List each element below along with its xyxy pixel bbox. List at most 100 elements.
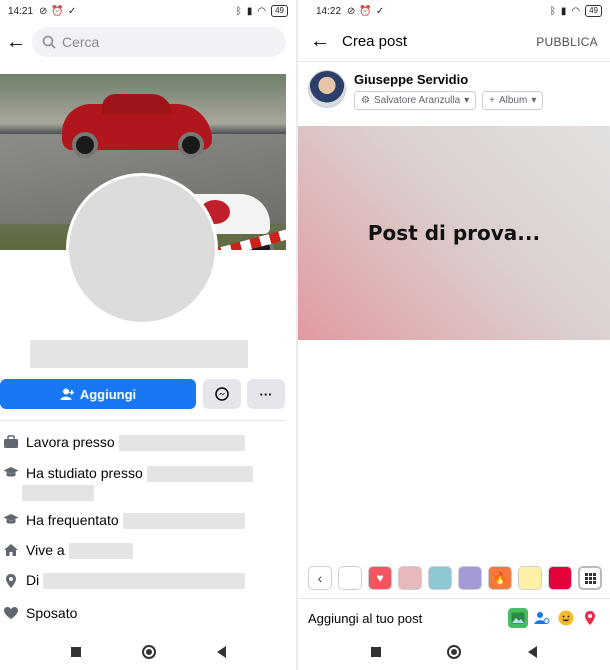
wifi-icon: ◠ [571, 5, 581, 17]
post-text[interactable]: Post di prova... [368, 221, 540, 245]
search-input[interactable] [62, 34, 262, 50]
create-post-header: ← Crea post PUBBLICA [298, 22, 610, 62]
background-red[interactable] [548, 566, 572, 590]
info-work: Lavora presso [0, 434, 245, 452]
back-arrow-icon[interactable]: ← [0, 22, 32, 62]
info-work-label: Lavora presso [26, 434, 115, 450]
background-pink-gradient[interactable] [398, 566, 422, 590]
heart-icon: ♥ [376, 571, 384, 585]
cover-wheel [178, 132, 204, 158]
info-from-label: Di [26, 572, 40, 588]
graduation-cap-icon [0, 512, 22, 525]
divider [0, 420, 286, 421]
add-to-post-label: Aggiungi al tuo post [308, 610, 423, 626]
profile-name-redacted [30, 340, 248, 368]
post-background-canvas[interactable]: Post di prova... [298, 126, 610, 340]
grid-icon [584, 572, 596, 584]
signal-icon: ▮ [246, 5, 253, 17]
add-friend-button[interactable]: Aggiungi [0, 379, 196, 409]
info-relationship-label: Sposato [26, 605, 78, 621]
back-nav-icon[interactable] [527, 646, 537, 658]
check-icon: ✓ [67, 5, 77, 17]
more-dots-icon: ··· [259, 386, 273, 402]
publish-button[interactable]: PUBBLICA [536, 35, 598, 49]
divider [298, 598, 610, 599]
battery-icon: 49 [585, 5, 602, 17]
caret-down-icon: ▾ [464, 95, 470, 106]
info-attended: Ha frequentato [0, 512, 245, 530]
info-studied-redacted-2 [22, 484, 94, 501]
background-teal-gradient[interactable] [428, 566, 452, 590]
search-icon [42, 35, 56, 49]
audience-selector[interactable]: ⚙ Salvatore Aranzulla ▾ [354, 91, 477, 110]
home-nav-icon[interactable] [447, 645, 462, 659]
bluetooth-icon: ᛒ [549, 5, 556, 17]
profile-screen: 14:21 ⊘ ⏰ ✓ ᛒ ▮ ◠ 49 ← Aggiungi [0, 0, 296, 670]
search-bar[interactable] [32, 27, 286, 57]
add-friend-icon [60, 388, 74, 400]
alarm-icon: ⏰ [51, 5, 64, 17]
recents-icon[interactable] [70, 647, 81, 657]
album-label: Album [499, 95, 528, 106]
status-time: 14:22 [316, 5, 342, 17]
android-nav-bar [0, 634, 296, 670]
cover-wheel [72, 132, 98, 158]
call-blocked-icon: ⊘ [347, 5, 356, 17]
background-heart[interactable]: ♥ [368, 566, 392, 590]
home-icon [0, 542, 22, 557]
home-nav-icon[interactable] [141, 645, 156, 659]
info-lives-redacted [68, 543, 133, 560]
back-arrow-icon[interactable]: ← [298, 22, 342, 62]
status-left-icons: ⊘ ⏰ ✓ [39, 6, 76, 17]
info-lives-label: Vive a [26, 542, 65, 558]
status-left-icons: ⊘ ⏰ ✓ [347, 6, 384, 17]
caret-down-icon: ▾ [531, 95, 537, 106]
author-avatar [308, 70, 346, 108]
background-purple[interactable] [458, 566, 482, 590]
add-to-post-bar: Aggiungi al tuo post [308, 608, 600, 628]
check-icon: ✓ [375, 5, 385, 17]
messenger-icon [215, 387, 229, 401]
feeling-icon[interactable] [556, 608, 576, 628]
info-from: Di [0, 572, 246, 590]
check-in-icon[interactable] [580, 608, 600, 628]
page-title: Crea post [342, 33, 408, 50]
status-time: 14:21 [8, 5, 34, 17]
android-nav-bar [298, 634, 610, 670]
alarm-icon: ⏰ [359, 5, 372, 17]
post-author: Giuseppe Servidio ⚙ Salvatore Aranzulla … [308, 70, 610, 114]
call-blocked-icon: ⊘ [39, 5, 48, 17]
photo-icon[interactable] [508, 608, 528, 628]
back-nav-icon[interactable] [216, 646, 226, 658]
battery-icon: 49 [271, 5, 288, 17]
collapse-palette-button[interactable]: ‹ [308, 566, 332, 590]
profile-header: ← [0, 22, 296, 62]
info-attended-label: Ha frequentato [26, 512, 119, 528]
author-name: Giuseppe Servidio [354, 72, 469, 87]
more-options-button[interactable]: ··· [247, 379, 285, 409]
profile-avatar[interactable] [66, 173, 218, 325]
recents-icon[interactable] [371, 647, 382, 657]
more-backgrounds-button[interactable] [578, 566, 602, 590]
tag-people-icon[interactable] [532, 608, 552, 628]
location-pin-icon [0, 572, 22, 589]
info-attended-redacted [122, 513, 245, 530]
background-fire[interactable]: 🔥 [488, 566, 512, 590]
plus-icon: + [489, 95, 496, 106]
info-work-redacted [118, 435, 245, 452]
album-selector[interactable]: + Album ▾ [482, 91, 544, 110]
info-relationship: Sposato [0, 605, 77, 621]
graduation-cap-icon [0, 465, 22, 478]
audience-label: Salvatore Aranzulla [373, 95, 461, 106]
signal-icon: ▮ [560, 5, 567, 17]
background-yellow[interactable] [518, 566, 542, 590]
briefcase-icon [0, 434, 22, 449]
status-bar: 14:21 ⊘ ⏰ ✓ ᛒ ▮ ◠ 49 [0, 0, 296, 22]
messenger-button[interactable] [203, 379, 241, 409]
info-lives: Vive a [0, 542, 133, 560]
info-from-redacted [43, 573, 246, 590]
info-studied: Ha studiato presso [0, 465, 253, 501]
background-palette: ‹ ♥ 🔥 [308, 566, 602, 590]
info-studied-label: Ha studiato presso [26, 465, 143, 481]
background-white[interactable] [338, 566, 362, 590]
